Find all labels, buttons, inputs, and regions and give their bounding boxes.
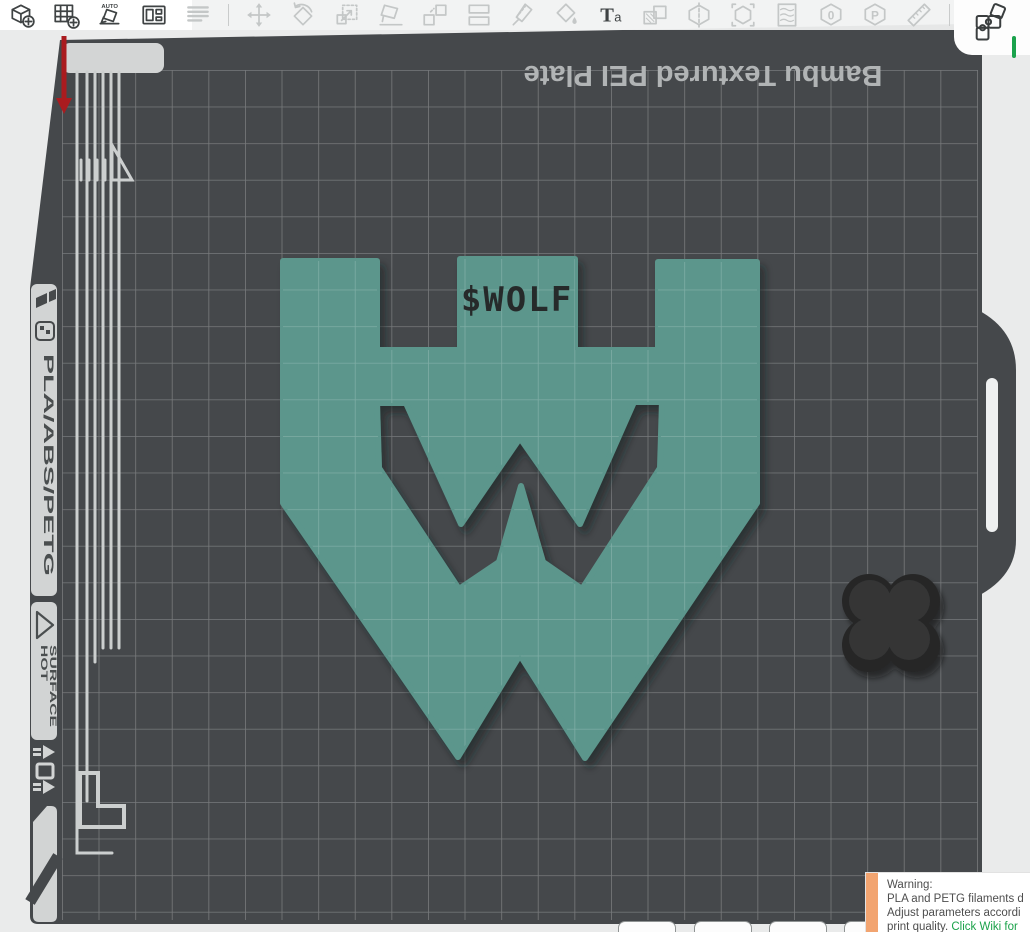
warning-line1: PLA and PETG filaments d — [887, 892, 1024, 906]
plate-action-button-2[interactable] — [694, 921, 752, 932]
cut-icon[interactable] — [685, 1, 713, 29]
split-objects-icon[interactable] — [421, 1, 449, 29]
plate-tab-slot — [986, 378, 998, 532]
viewport-3d[interactable]: Bambu Textured PEI Plate — [0, 0, 1030, 932]
scale-icon[interactable] — [333, 1, 361, 29]
place-on-face-icon[interactable] — [377, 1, 405, 29]
warning-accent-bar — [866, 873, 878, 932]
warning-title: Warning: — [887, 878, 1024, 892]
p-cube-icon[interactable]: P — [861, 1, 889, 29]
svg-text:a: a — [614, 9, 622, 24]
svg-text:AUTO: AUTO — [101, 4, 118, 10]
hot-surface-line1: HOT — [39, 645, 49, 682]
dark-blob-model[interactable] — [842, 574, 940, 672]
arrange-icon[interactable] — [140, 1, 168, 29]
mesh-boolean-icon[interactable] — [641, 1, 669, 29]
warning-line2: Adjust parameters accordi — [887, 906, 1024, 920]
hot-surface-line2: SURFACE — [48, 645, 58, 727]
plugin-panel — [954, 0, 1030, 55]
seam-painting-icon[interactable] — [509, 1, 537, 29]
color-painting-icon[interactable] — [553, 1, 581, 29]
add-object-icon[interactable] — [8, 1, 36, 29]
toolbar-separator — [228, 4, 229, 26]
warning-line3: print quality. Click Wiki for — [887, 920, 1024, 932]
svg-text:T: T — [600, 4, 614, 26]
add-plate-icon[interactable] — [52, 1, 80, 29]
toolbar-separator — [949, 4, 950, 26]
auto-orient-icon[interactable]: AUTO — [96, 1, 124, 29]
object-list-icon[interactable] — [184, 1, 212, 29]
puzzle-icon[interactable] — [972, 3, 1012, 48]
svg-text:P: P — [871, 8, 879, 22]
text-tool-icon[interactable]: T a — [597, 1, 625, 29]
main-toolbar: AUTO T a 0 P — [0, 0, 966, 30]
plate-label: Bambu Textured PEI Plate — [524, 59, 883, 91]
plate-material-strip: PLA/ABS/PETG HOT SURFACE — [30, 284, 58, 922]
toolbar-icons: AUTO T a 0 P — [8, 1, 950, 29]
model-embossed-text[interactable]: $WOLF — [461, 280, 573, 320]
rotate-icon[interactable] — [289, 1, 317, 29]
zero-cube-icon[interactable]: 0 — [817, 1, 845, 29]
warning-toast: Warning: PLA and PETG filaments d Adjust… — [865, 872, 1030, 932]
material-strip-label: PLA/ABS/PETG — [41, 354, 57, 576]
axis-green-marker — [1012, 36, 1016, 58]
plate-action-button-1[interactable] — [618, 921, 676, 932]
wiki-link[interactable]: Click Wiki for — [951, 921, 1017, 932]
svg-text:0: 0 — [828, 8, 835, 22]
split-parts-icon[interactable] — [465, 1, 493, 29]
move-icon[interactable] — [245, 1, 273, 29]
variable-layer-height-icon[interactable] — [773, 1, 801, 29]
fix-model-icon[interactable] — [729, 1, 757, 29]
plate-action-button-3[interactable] — [769, 921, 827, 932]
measure-icon[interactable] — [905, 1, 933, 29]
